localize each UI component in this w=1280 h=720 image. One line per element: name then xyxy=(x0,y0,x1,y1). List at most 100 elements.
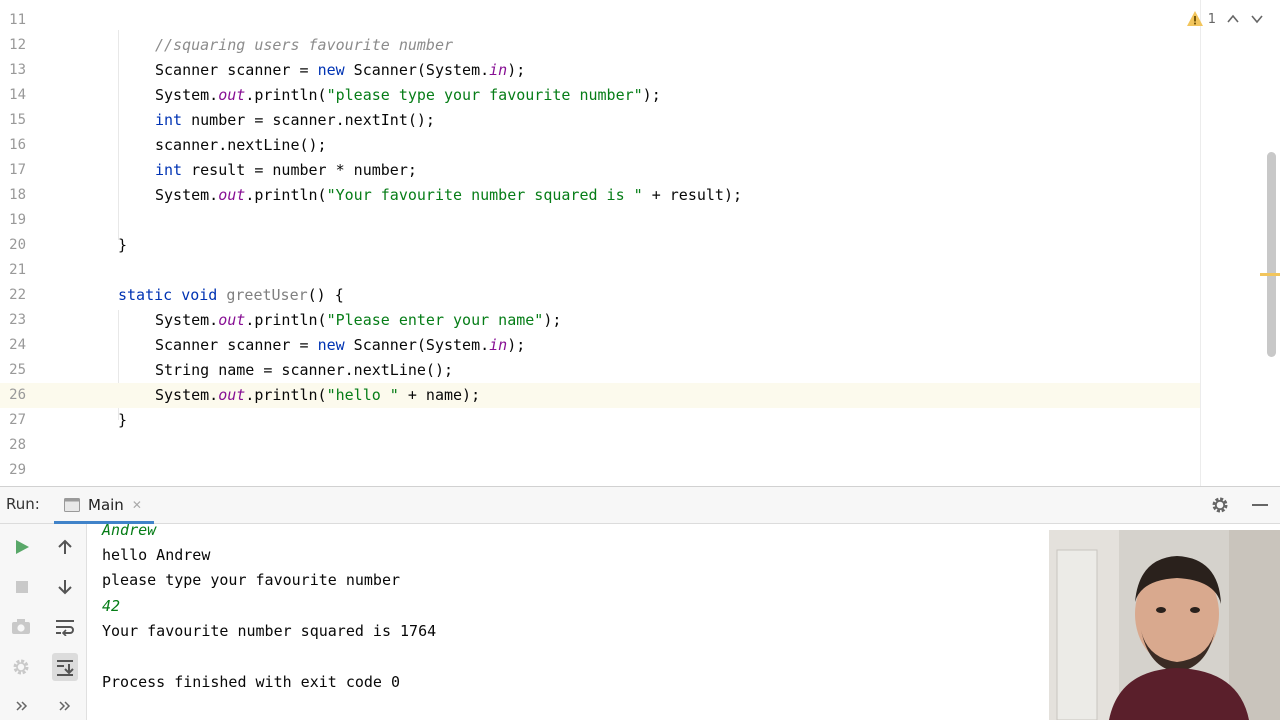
more-tools-button-2[interactable] xyxy=(53,694,77,718)
keyword-token: int xyxy=(155,111,183,129)
settings-button[interactable] xyxy=(9,655,33,679)
code-text: System.out.println("please type your fav… xyxy=(155,83,661,108)
double-chevron-icon xyxy=(59,701,71,711)
run-tab-main[interactable]: Main ✕ xyxy=(54,487,154,523)
run-tool-window-header: Run: Main ✕ xyxy=(0,486,1280,524)
keyword-token: static void xyxy=(118,286,218,304)
vertical-scrollbar-thumb[interactable] xyxy=(1267,152,1276,357)
warning-stripe-marker[interactable] xyxy=(1260,273,1280,276)
arrow-down-icon xyxy=(58,580,72,595)
gear-icon[interactable] xyxy=(1210,495,1230,515)
presenter-video-image xyxy=(1049,530,1280,720)
code-text: static void greetUser() { xyxy=(118,283,344,308)
code-token: ); xyxy=(642,86,661,104)
console-line-input: Andrew xyxy=(102,524,157,539)
code-line-23[interactable]: 23 System.out.println("Please enter your… xyxy=(0,308,1200,333)
code-token: ); xyxy=(543,311,562,329)
double-chevron-icon xyxy=(16,701,28,711)
soft-wrap-icon xyxy=(56,620,74,636)
code-line-17[interactable]: 17 int result = number * number; xyxy=(0,158,1200,183)
code-token: System. xyxy=(155,386,219,404)
code-line-28[interactable]: 28 xyxy=(0,433,1200,458)
code-line-12[interactable]: 12 //squaring users favourite number xyxy=(0,33,1200,58)
warnings-indicator[interactable]: 1 xyxy=(1186,10,1216,28)
code-line-25[interactable]: 25 String name = scanner.nextLine(); xyxy=(0,358,1200,383)
code-line-26[interactable]: 26 System.out.println("hello " + name); xyxy=(0,383,1200,408)
code-editor[interactable]: 11 12 //squaring users favourite number … xyxy=(0,0,1280,486)
line-number: 26 xyxy=(9,387,26,403)
dump-threads-button[interactable] xyxy=(9,615,33,639)
chevron-down-icon[interactable] xyxy=(1250,12,1264,26)
code-line-18[interactable]: 18 System.out.println("Your favourite nu… xyxy=(0,183,1200,208)
code-text: System.out.println("Please enter your na… xyxy=(155,308,561,333)
code-token: .println( xyxy=(245,186,327,204)
code-line-19[interactable]: 19 xyxy=(0,208,1200,233)
comment-token: //squaring users favourite number xyxy=(155,36,454,54)
line-number: 13 xyxy=(9,62,26,78)
field-token: out xyxy=(218,386,246,404)
field-token: out xyxy=(218,186,246,204)
code-line-22[interactable]: 22 static void greetUser() { xyxy=(0,283,1200,308)
line-number: 17 xyxy=(9,162,26,178)
code-line-21[interactable]: 21 xyxy=(0,258,1200,283)
field-token: out xyxy=(218,86,246,104)
run-toolbar xyxy=(0,524,87,720)
code-line-20[interactable]: 20 } xyxy=(0,233,1200,258)
code-line-14[interactable]: 14 System.out.println("please type your … xyxy=(0,83,1200,108)
console-line: Your favourite number squared is 1764 xyxy=(102,622,437,640)
keyword-token: new xyxy=(317,336,345,354)
play-icon xyxy=(16,540,29,554)
code-line-29[interactable]: 29 xyxy=(0,458,1200,483)
code-token: .println( xyxy=(245,386,327,404)
minimize-icon[interactable] xyxy=(1252,504,1268,506)
close-icon[interactable]: ✕ xyxy=(132,498,142,512)
code-token: () { xyxy=(307,286,344,304)
line-number: 27 xyxy=(9,412,26,428)
string-token: "hello " xyxy=(326,386,399,404)
console-line-exit-status: Process finished with exit code 0 xyxy=(102,673,401,691)
code-token: System. xyxy=(155,186,219,204)
arrow-up-icon xyxy=(58,539,72,554)
scroll-down-button[interactable] xyxy=(53,575,77,599)
code-line-13[interactable]: 13 Scanner scanner = new Scanner(System.… xyxy=(0,58,1200,83)
gear-icon xyxy=(13,659,29,675)
string-token: "please type your favourite number" xyxy=(326,86,643,104)
code-token: + name); xyxy=(398,386,481,404)
string-token: "Your favourite number squared is " xyxy=(326,186,643,204)
scroll-up-button[interactable] xyxy=(53,535,77,559)
code-token: .println( xyxy=(245,86,327,104)
stop-button[interactable] xyxy=(10,575,34,599)
line-number: 22 xyxy=(9,287,26,303)
rerun-button[interactable] xyxy=(10,535,34,559)
line-number: 25 xyxy=(9,362,26,378)
field-token: out xyxy=(218,311,246,329)
inspection-widget[interactable]: 1 xyxy=(1186,10,1264,28)
soft-wrap-button[interactable] xyxy=(53,615,77,639)
code-line-15[interactable]: 15 int number = scanner.nextInt(); xyxy=(0,108,1200,133)
right-margin-guide xyxy=(1200,0,1201,486)
code-line-24[interactable]: 24 Scanner scanner = new Scanner(System.… xyxy=(0,333,1200,358)
field-token: in xyxy=(489,336,508,354)
line-number: 24 xyxy=(9,337,26,353)
code-token: System. xyxy=(155,311,219,329)
scroll-to-end-button[interactable] xyxy=(52,653,78,681)
keyword-token: int xyxy=(155,161,183,179)
code-token: scanner.nextLine(); xyxy=(155,136,327,154)
line-number: 15 xyxy=(9,112,26,128)
run-tab-label: Main xyxy=(88,496,124,514)
code-line-16[interactable]: 16 scanner.nextLine(); xyxy=(0,133,1200,158)
code-token: .println( xyxy=(245,311,327,329)
chevron-up-icon[interactable] xyxy=(1226,12,1240,26)
code-token: ); xyxy=(507,336,526,354)
string-token: "Please enter your name" xyxy=(326,311,544,329)
line-number: 23 xyxy=(9,312,26,328)
code-line-11[interactable]: 11 xyxy=(0,8,1200,33)
code-line-27[interactable]: 27 } xyxy=(0,408,1200,433)
code-text: Scanner scanner = new Scanner(System.in)… xyxy=(155,333,525,358)
console-line-input: 42 xyxy=(102,597,121,615)
code-text: System.out.println("hello " + name); xyxy=(155,383,480,408)
code-text: //squaring users favourite number xyxy=(155,33,453,58)
run-label: Run: xyxy=(6,495,40,513)
more-tools-button[interactable] xyxy=(10,694,34,718)
keyword-token: new xyxy=(317,61,345,79)
